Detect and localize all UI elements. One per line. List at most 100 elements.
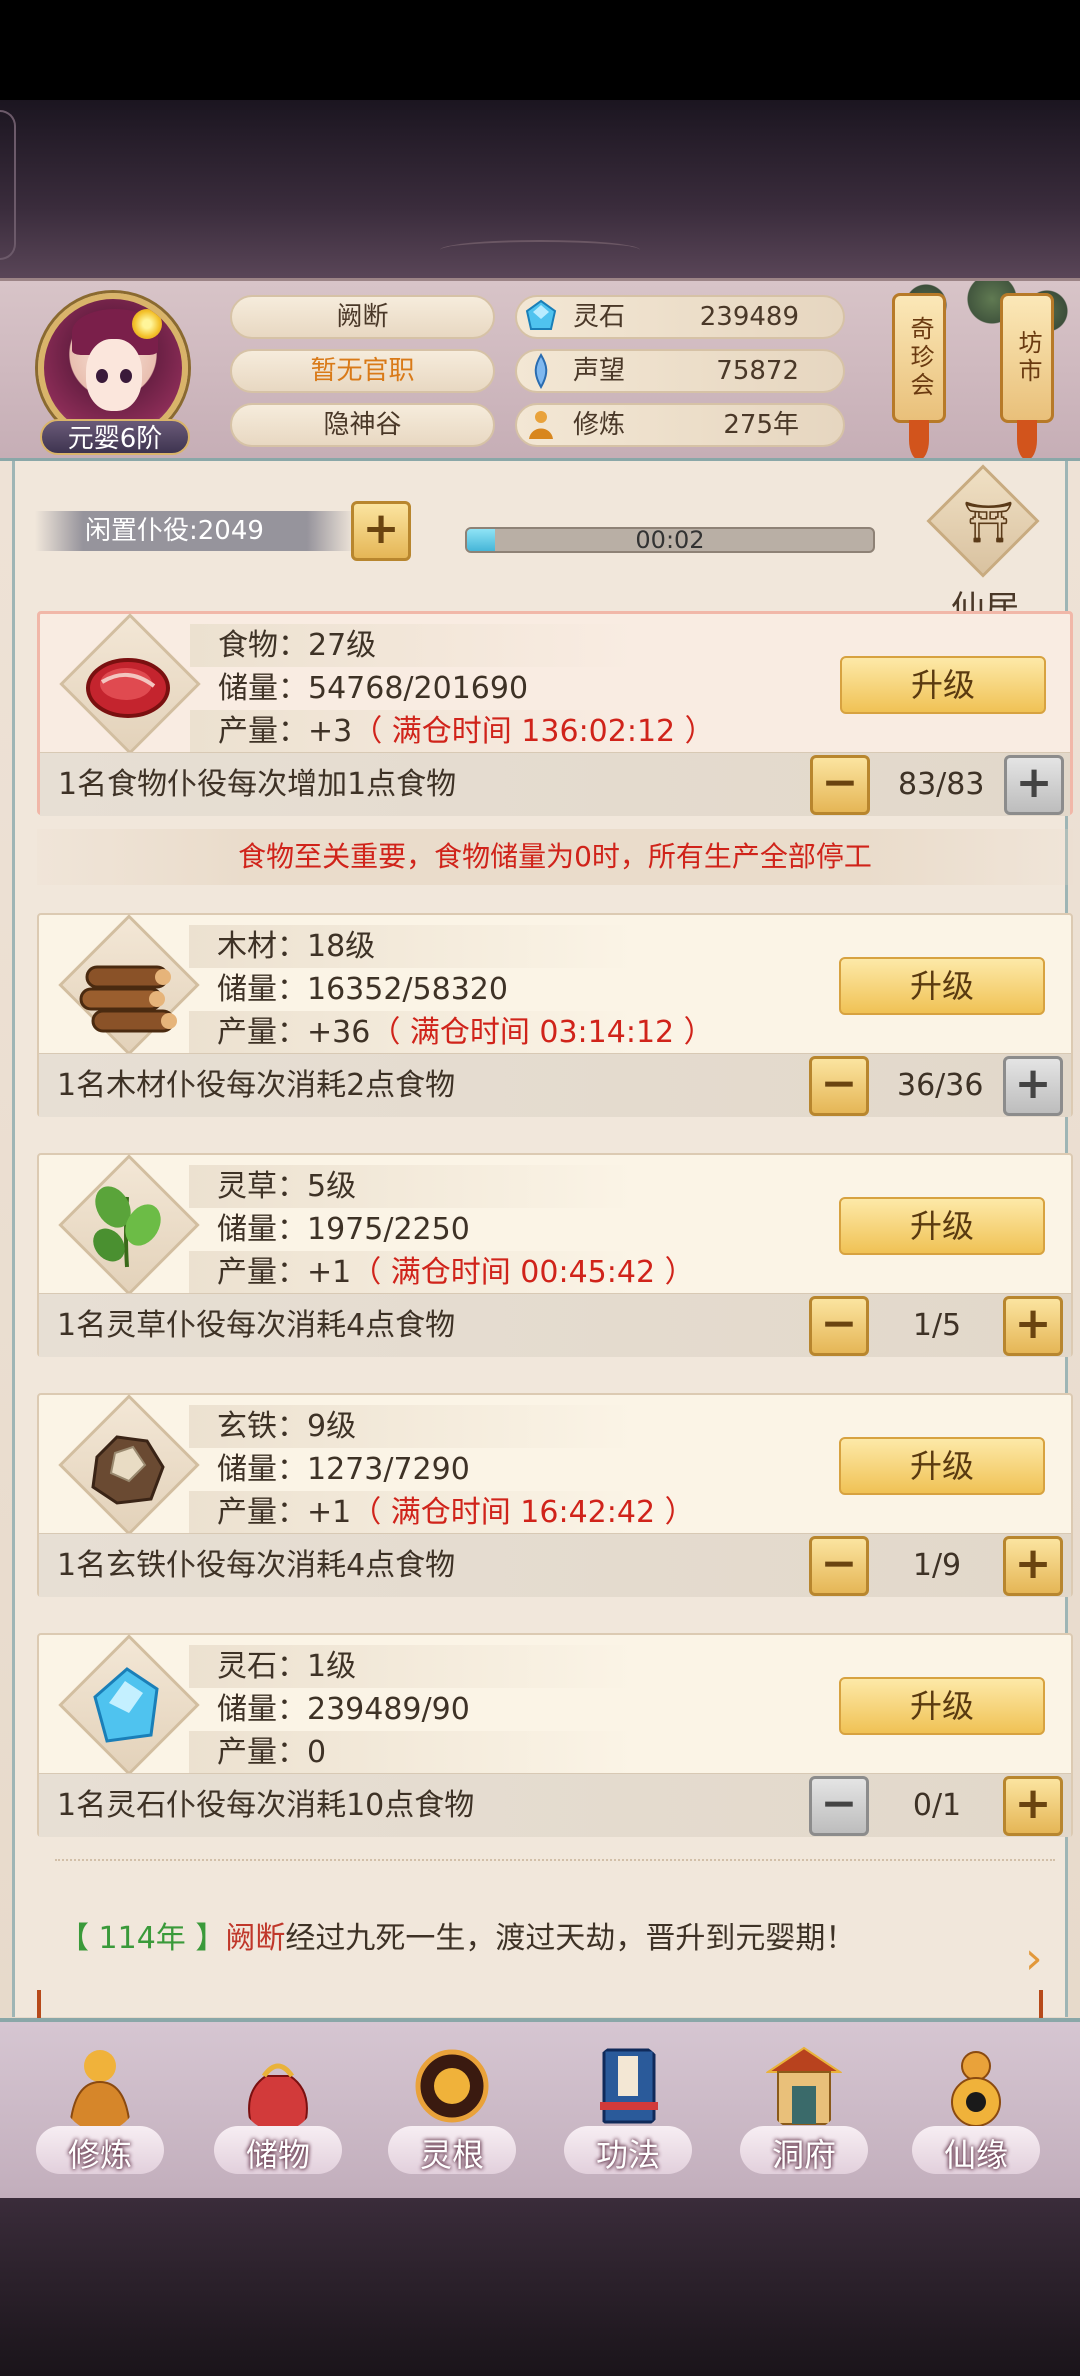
fortune-gourd-icon xyxy=(951,2051,1001,2127)
resource-label: 灵石 xyxy=(573,302,626,332)
servant-count: 83/83 xyxy=(898,767,985,802)
upgrade-button[interactable]: 升级 xyxy=(840,656,1046,714)
card-name-level: 木材：18级 xyxy=(189,925,749,968)
avatar-eye xyxy=(120,369,132,383)
log-name: 阙断 xyxy=(225,1921,286,1956)
add-servant-button[interactable]: + xyxy=(1003,1056,1063,1116)
card-stats: 食物：27级 储量：54768/201690 产量：+3（ 满仓时间 136:0… xyxy=(190,624,750,753)
resource-card-iron: 玄铁：9级 储量：1273/7290 产量：+1（ 满仓时间 16:42:42 … xyxy=(37,1393,1073,1597)
food-warning: 食物至关重要，食物储量为0时，所有生产全部停工 xyxy=(37,829,1073,885)
nav-fortune[interactable]: 仙缘 xyxy=(906,2042,1046,2192)
remove-servant-button[interactable]: − xyxy=(809,1056,869,1116)
card-name-level: 食物：27级 xyxy=(190,624,750,667)
output-value: 产量：0 xyxy=(217,1735,327,1770)
cave-mansion-icon xyxy=(764,2046,844,2125)
add-servant-button[interactable]: + xyxy=(1003,1776,1063,1836)
qizhenhui-button[interactable]: 奇珍会 xyxy=(892,293,946,460)
resource-card-herb: 灵草：5级 储量：1975/2250 产量：+1（ 满仓时间 00:45:42 … xyxy=(37,1153,1073,1357)
card-storage: 储量：1273/7290 xyxy=(217,1452,470,1487)
spirit-stone-icon xyxy=(93,1667,159,1743)
player-avatar[interactable]: 元婴6阶 xyxy=(28,289,198,455)
resource-value: 75872 xyxy=(716,356,799,386)
divider xyxy=(55,1859,1055,1869)
resource-card-food: 食物：27级 储量：54768/201690 产量：+3（ 满仓时间 136:0… xyxy=(37,611,1073,816)
spirit-stone-icon xyxy=(525,299,557,330)
log-year: 【 114年 】 xyxy=(59,1921,226,1956)
remove-servant-button[interactable]: − xyxy=(809,1776,869,1836)
output-value: 产量：+3 xyxy=(218,714,353,749)
side-ornament xyxy=(0,110,16,260)
meat-icon xyxy=(86,658,170,718)
add-servant-button[interactable]: + xyxy=(1004,755,1064,815)
nav-storage[interactable]: 储物 xyxy=(208,2042,348,2192)
resource-card-wood: 木材：18级 储量：16352/58320 产量：+36（ 满仓时间 03:14… xyxy=(37,913,1073,1117)
servant-row: 1名灵石仆役每次消耗10点食物 − 0/1 + xyxy=(39,1773,1071,1837)
panel-inner: 闲置仆役:2049 + 00:02 ⛩ 仙居 食物：27级 储量：54768/2… xyxy=(12,461,1073,2017)
nav-technique[interactable]: 功法 xyxy=(558,2042,698,2192)
herb-icon xyxy=(93,1186,161,1268)
flower-icon xyxy=(132,309,162,339)
servant-row: 1名玄铁仆役每次消耗4点食物 − 1/9 + xyxy=(39,1533,1071,1597)
card-stats: 玄铁：9级 储量：1273/7290 产量：+1（ 满仓时间 16:42:42 … xyxy=(189,1405,749,1534)
servant-count: 1/9 xyxy=(912,1548,962,1583)
storage-bag-icon xyxy=(248,2063,308,2129)
full-time: （ 满仓时间 03:14:12 ） xyxy=(370,1015,714,1050)
technique-book-icon xyxy=(600,2048,658,2124)
reputation-icon xyxy=(534,353,548,389)
resource-value: 239489 xyxy=(699,302,799,332)
nav-label: 修炼 xyxy=(67,2136,132,2174)
upgrade-button[interactable]: 升级 xyxy=(839,957,1045,1015)
resource-reputation: 声望 75872 xyxy=(515,349,845,393)
progress-timer: 00:02 xyxy=(635,527,705,553)
remove-servant-button[interactable]: − xyxy=(810,755,870,815)
main-panel: 闲置仆役:2049 + 00:02 ⛩ 仙居 食物：27级 储量：54768/2… xyxy=(0,458,1080,2018)
top-decor-band xyxy=(0,100,1080,280)
card-storage: 储量：16352/58320 xyxy=(217,972,508,1007)
nav-spirit-root[interactable]: 灵根 xyxy=(382,2042,522,2192)
remove-servant-button[interactable]: − xyxy=(809,1296,869,1356)
upgrade-button[interactable]: 升级 xyxy=(839,1197,1045,1255)
cultivation-icon xyxy=(529,411,553,439)
spirit-root-icon xyxy=(415,2049,489,2123)
card-name-level: 灵石：1级 xyxy=(189,1645,749,1688)
add-servant-button[interactable]: + xyxy=(1003,1536,1063,1596)
full-time: （ 满仓时间 00:45:42 ） xyxy=(351,1255,695,1290)
full-time: （ 满仓时间 136:02:12 ） xyxy=(352,714,715,749)
official-title[interactable]: 暂无官职 xyxy=(230,349,495,393)
nav-label: 功法 xyxy=(595,2136,660,2174)
xianju-button[interactable]: ⛩ 仙居 xyxy=(915,464,1055,629)
resource-cultivation: 修炼 275年 xyxy=(515,403,845,447)
card-name-level: 灵草：5级 xyxy=(189,1165,749,1208)
servant-row: 1名木材仆役每次消耗2点食物 − 36/36 + xyxy=(39,1053,1071,1117)
fangshi-button[interactable]: 坊市 xyxy=(1000,293,1054,460)
nav-label: 洞府 xyxy=(771,2136,836,2174)
remove-servant-button[interactable]: − xyxy=(809,1536,869,1596)
log-text: 经过九死一生，渡过天劫，晋升到元婴期！ xyxy=(285,1921,856,1956)
cultivate-icon xyxy=(68,2050,132,2129)
upgrade-button[interactable]: 升级 xyxy=(839,1437,1045,1495)
nav-cultivate[interactable]: 修炼 xyxy=(30,2042,170,2192)
player-name: 阙断 xyxy=(230,295,495,339)
sect-name: 隐神谷 xyxy=(230,403,495,447)
pagoda-icon: ⛩ xyxy=(963,500,1014,546)
card-output: 产量：+1（ 满仓时间 00:45:42 ） xyxy=(189,1251,749,1294)
card-stats: 灵石：1级 储量：239489/90 产量：0 xyxy=(189,1645,749,1774)
idle-servants-label: 闲置仆役:2049 xyxy=(35,511,355,551)
card-storage: 储量：1975/2250 xyxy=(217,1212,470,1247)
servant-desc: 1名木材仆役每次消耗2点食物 xyxy=(57,1068,456,1103)
upgrade-button[interactable]: 升级 xyxy=(839,1677,1045,1735)
card-output: 产量：+1（ 满仓时间 16:42:42 ） xyxy=(189,1491,749,1534)
output-value: 产量：+1 xyxy=(217,1495,352,1530)
avatar-eye xyxy=(96,369,108,383)
card-stats: 灵草：5级 储量：1975/2250 产量：+1（ 满仓时间 00:45:42 … xyxy=(189,1165,749,1294)
card-stats: 木材：18级 储量：16352/58320 产量：+36（ 满仓时间 03:14… xyxy=(189,925,749,1054)
add-servant-button[interactable]: + xyxy=(351,501,411,561)
resource-label: 声望 xyxy=(573,356,626,386)
add-servant-button[interactable]: + xyxy=(1003,1296,1063,1356)
next-arrow-icon[interactable]: › xyxy=(1025,1937,1065,1981)
servant-count: 0/1 xyxy=(912,1788,962,1823)
nav-label: 灵根 xyxy=(419,2136,484,2174)
output-value: 产量：+36 xyxy=(217,1015,371,1050)
card-name-level: 玄铁：9级 xyxy=(189,1405,749,1448)
nav-cave-mansion[interactable]: 洞府 xyxy=(734,2042,874,2192)
